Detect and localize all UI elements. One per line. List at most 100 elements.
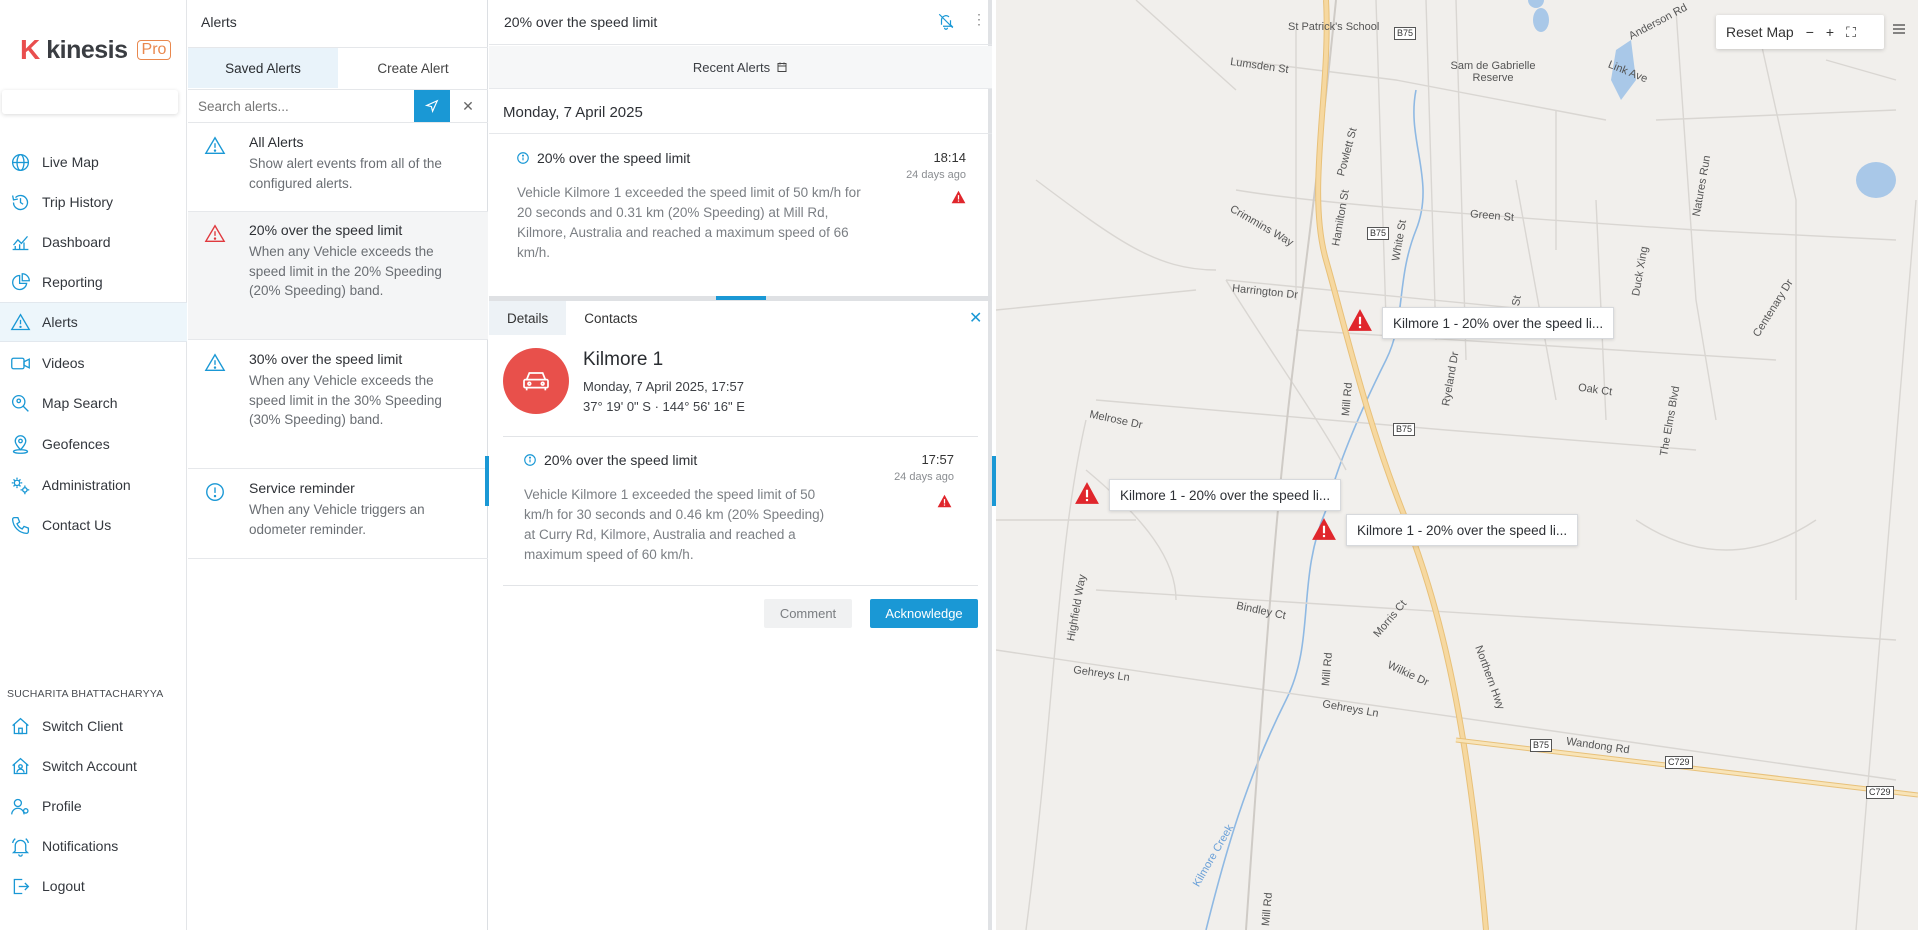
nav-search-box[interactable] <box>2 90 178 114</box>
fullscreen-button[interactable]: ⛶ <box>1846 24 1856 41</box>
kinesis-logo[interactable]: K kinesis Pro <box>20 34 172 66</box>
alert-item-30-speed[interactable]: 30% over the speed limit When any Vehicl… <box>188 341 488 469</box>
nav-item-reporting[interactable]: Reporting <box>0 262 187 302</box>
date-heading: Monday, 7 April 2025 <box>503 104 643 121</box>
alert-item-title: 20% over the speed limit <box>249 222 403 238</box>
vehicle-avatar <box>503 348 569 414</box>
recent-alert-ago: 24 days ago <box>906 169 966 181</box>
selected-alert-card-header: 20% over the speed limit <box>523 452 697 468</box>
nav-item-dashboard[interactable]: Dashboard <box>0 222 187 262</box>
profile-icon <box>11 798 29 814</box>
alert-item-service-reminder[interactable]: Service reminder When any Vehicle trigge… <box>188 470 488 559</box>
nav-label: Contact Us <box>42 517 112 533</box>
marker-tooltip[interactable]: Kilmore 1 - 20% over the speed li... <box>1346 514 1579 546</box>
info-circle-icon <box>206 483 224 501</box>
warning-outline-icon <box>204 136 226 155</box>
zoom-out-button[interactable]: − <box>1806 24 1814 40</box>
nav-item-geofences[interactable]: Geofences <box>0 424 187 464</box>
alerts-panel-title: Alerts <box>201 14 237 30</box>
recent-alert-card-header: 20% over the speed limit <box>516 150 690 166</box>
account-home-icon <box>12 757 29 774</box>
pie-chart-icon <box>12 272 30 290</box>
recent-alert-time: 18:14 <box>933 150 966 165</box>
nav-label: Dashboard <box>42 234 111 250</box>
tab-create-alert[interactable]: Create Alert <box>338 48 488 88</box>
info-icon <box>524 454 536 466</box>
alert-detail-panel: 20% over the speed limit ⋮ Recent Alerts… <box>485 0 992 930</box>
nav-item-profile[interactable]: Profile <box>0 786 187 826</box>
nav-label: Switch Account <box>42 758 137 774</box>
marker-tooltip[interactable]: Kilmore 1 - 20% over the speed li... <box>1109 479 1342 511</box>
clear-search-button[interactable]: ✕ <box>450 90 486 122</box>
warning-outline-icon <box>204 353 226 372</box>
nav-item-notifications[interactable]: Notifications <box>0 826 187 866</box>
alert-marker-icon[interactable] <box>1347 308 1373 332</box>
nav-item-switch-account[interactable]: Switch Account <box>0 746 187 786</box>
road-shield-c729: C729 <box>1665 756 1693 769</box>
tab-saved-alerts[interactable]: Saved Alerts <box>188 48 338 88</box>
alert-item-desc: When any Vehicle exceeds the speed limit… <box>249 244 442 298</box>
logo-mark: K <box>20 34 41 65</box>
nav-label: Logout <box>42 878 85 894</box>
nav-item-map-search[interactable]: Map Search <box>0 383 187 423</box>
zoom-in-button[interactable]: + <box>1826 24 1834 40</box>
nav-label: Alerts <box>42 314 78 330</box>
tab-contacts[interactable]: Contacts <box>566 301 655 335</box>
splitter-handle[interactable] <box>716 296 766 300</box>
nav-label: Geofences <box>42 436 110 452</box>
recent-alert-card[interactable]: 20% over the speed limit 18:14 24 days a… <box>489 134 992 294</box>
more-options-icon[interactable]: ⋮ <box>972 11 986 28</box>
nav-label: Administration <box>42 477 131 493</box>
reset-map-button[interactable]: Reset Map <box>1726 24 1794 40</box>
alert-item-all-alerts[interactable]: All Alerts Show alert events from all of… <box>188 124 488 212</box>
alerts-tabs: Saved Alerts Create Alert <box>188 47 488 88</box>
marker-tooltip[interactable]: Kilmore 1 - 20% over the speed li... <box>1382 307 1615 339</box>
map-label-school: St Patrick's School <box>1288 21 1380 33</box>
alert-item-20-speed[interactable]: 20% over the speed limit When any Vehicl… <box>188 212 488 340</box>
nav-label: Reporting <box>42 274 103 290</box>
map-view[interactable]: St Patrick's School Anderson Rd Lumsden … <box>996 0 1918 930</box>
nav-item-videos[interactable]: Videos <box>0 343 187 383</box>
acknowledge-button[interactable]: Acknowledge <box>870 599 978 628</box>
nav-item-logout[interactable]: Logout <box>0 866 187 906</box>
bell-icon <box>11 837 30 857</box>
recent-alerts-bar[interactable]: Recent Alerts <box>489 46 992 89</box>
warning-filled-icon <box>937 494 952 508</box>
recent-alert-title: 20% over the speed limit <box>537 150 691 166</box>
hamburger-menu-icon[interactable] <box>1891 21 1907 37</box>
nav-item-switch-client[interactable]: Switch Client <box>0 706 187 746</box>
divider <box>503 585 978 586</box>
search-submit-button[interactable] <box>414 90 450 122</box>
road-shield-b75: B75 <box>1530 739 1553 752</box>
map-label-st: St <box>1510 294 1524 308</box>
alert-marker-icon[interactable] <box>1311 517 1337 541</box>
alert-marker-icon[interactable] <box>1074 481 1100 505</box>
alert-item-title: Service reminder <box>249 480 355 496</box>
alert-item-desc: When any Vehicle triggers an odometer re… <box>249 502 425 537</box>
comment-button[interactable]: Comment <box>764 599 852 628</box>
selected-alert-card[interactable]: 20% over the speed limit 17:57 24 days a… <box>489 437 992 585</box>
search-alerts-input[interactable] <box>188 90 414 122</box>
main-nav: K kinesis Pro Live Map Trip History Dash… <box>0 0 187 930</box>
calendar-icon <box>777 62 787 72</box>
nav-label: Trip History <box>42 194 114 210</box>
vehicle-coordinates: 37° 19' 0" S · 144° 56' 16" E <box>583 399 745 414</box>
road-shield-b75: B75 <box>1394 27 1417 40</box>
nav-item-contact-us[interactable]: Contact Us <box>0 505 187 545</box>
nav-item-live-map[interactable]: Live Map <box>0 142 187 182</box>
history-icon <box>11 194 29 210</box>
alert-item-desc: Show alert events from all of the config… <box>249 156 442 191</box>
nav-item-administration[interactable]: Administration <box>0 465 187 505</box>
map-label-reserve: Sam de Gabrielle Reserve <box>1450 60 1536 84</box>
tab-details[interactable]: Details <box>489 301 567 335</box>
close-details-icon[interactable]: ✕ <box>969 308 982 328</box>
close-icon: ✕ <box>462 97 474 114</box>
globe-icon <box>11 153 30 171</box>
video-icon <box>11 357 30 369</box>
mute-bell-icon[interactable] <box>937 12 955 30</box>
alert-item-title: All Alerts <box>249 134 304 150</box>
nav-item-trip-history[interactable]: Trip History <box>0 182 187 222</box>
send-icon <box>425 99 439 113</box>
nav-item-alerts[interactable]: Alerts <box>0 302 187 342</box>
road-shield-c729: C729 <box>1866 786 1894 799</box>
